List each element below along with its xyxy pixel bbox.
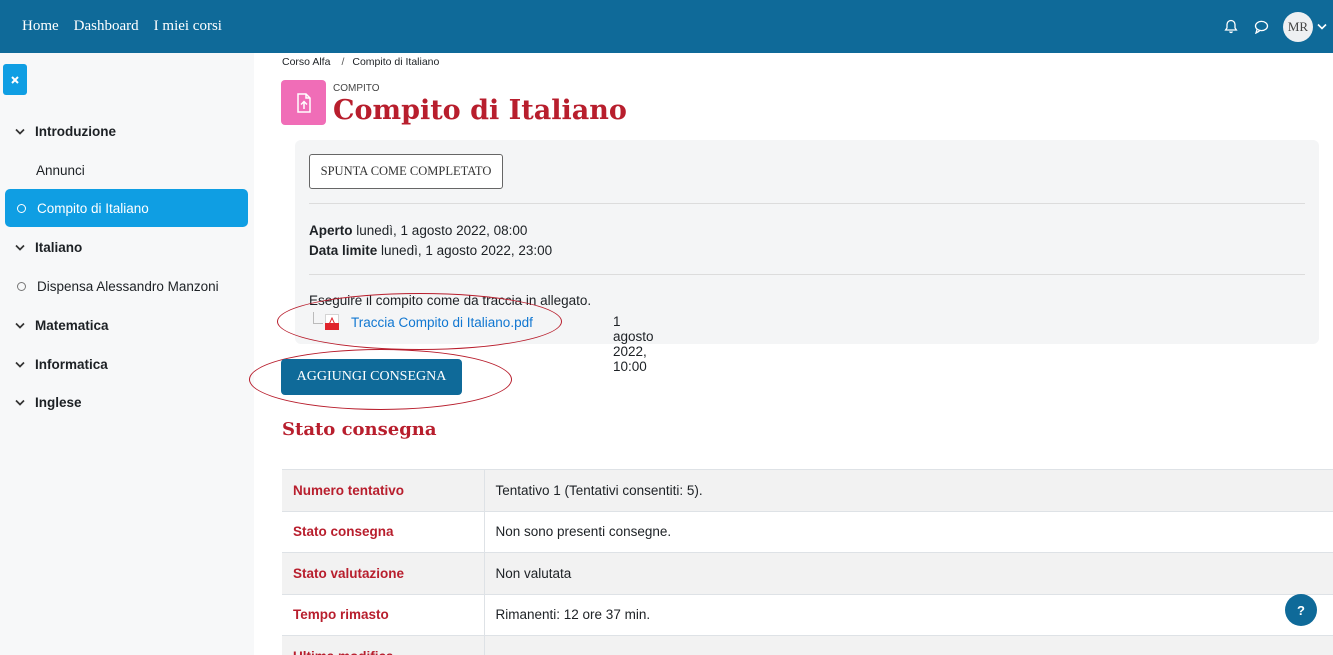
sidebar-item-compito-di-italiano[interactable]: Compito di Italiano — [5, 189, 248, 227]
attachment-row: Traccia Compito di Italiano.pdf 1 agosto… — [313, 312, 654, 374]
breadcrumb-course-link[interactable]: Corso Alfa — [282, 56, 330, 68]
row-label: Stato valutazione — [282, 552, 485, 595]
breadcrumb: Corso Alfa / Compito di Italiano — [282, 56, 439, 68]
sidebar-section-informatica[interactable]: Informatica — [5, 345, 248, 383]
breadcrumb-current: Compito di Italiano — [352, 56, 440, 68]
nav-link-dashboard[interactable]: Dashboard — [74, 18, 139, 35]
sidebar-section-matematica[interactable]: Matematica — [5, 306, 248, 344]
sidebar-section-label: Italiano — [35, 239, 83, 255]
main-content: Corso Alfa / Compito di Italiano COMPITO… — [249, 53, 1333, 655]
table-row: Stato consegna Non sono presenti consegn… — [282, 510, 1333, 553]
table-row: Numero tentativo Tentativo 1 (Tentativi … — [282, 469, 1333, 512]
row-label: Tempo rimasto — [282, 593, 485, 636]
chevron-down-icon — [15, 244, 27, 251]
activity-type-label: COMPITO — [333, 83, 380, 94]
close-drawer-button[interactable] — [3, 64, 27, 95]
row-label: Ultima modifica — [282, 635, 485, 655]
sidebar-item-label: Compito di Italiano — [37, 200, 149, 216]
assignment-icon — [281, 80, 326, 125]
opened-date: Aperto lunedì, 1 agosto 2022, 08:00 — [309, 223, 527, 238]
page-title: Compito di Italiano — [333, 95, 627, 126]
nav-link-home[interactable]: Home — [22, 18, 59, 35]
opened-label: Aperto — [309, 223, 353, 238]
table-row: Ultima modifica — [282, 635, 1333, 655]
sidebar-section-label: Introduzione — [35, 123, 116, 139]
completion-circle-icon — [17, 281, 26, 291]
sidebar-section-label: Informatica — [35, 356, 108, 372]
nav-right: MR — [1223, 0, 1333, 53]
pdf-icon — [325, 314, 339, 330]
chevron-down-icon — [15, 128, 27, 135]
sidebar-item-dispensa-manzoni[interactable]: Dispensa Alessandro Manzoni — [5, 267, 248, 305]
row-value: Rimanenti: 12 ore 37 min. — [484, 593, 1333, 636]
due-label: Data limite — [309, 243, 378, 258]
sidebar-section-introduzione[interactable]: Introduzione — [5, 112, 248, 150]
attachment-date: 1 agosto 2022, 10:00 — [613, 314, 654, 374]
tree-line — [313, 312, 323, 324]
completion-circle-icon — [17, 203, 26, 213]
due-value: lunedì, 1 agosto 2022, 23:00 — [381, 243, 553, 258]
row-value: Tentativo 1 (Tentativi consentiti: 5). — [484, 469, 1333, 512]
mark-as-done-button[interactable]: SPUNTA COME COMPLETATO — [309, 154, 503, 189]
course-index-sidebar: Introduzione Annunci Compito di Italiano… — [0, 53, 254, 655]
activity-info-box: SPUNTA COME COMPLETATO Aperto lunedì, 1 … — [295, 140, 1319, 374]
sidebar-item-annunci[interactable]: Annunci — [5, 151, 248, 189]
chevron-down-icon — [15, 361, 27, 368]
assignment-description: Eseguire il compito come da traccia in a… — [309, 293, 592, 308]
due-date: Data limite lunedì, 1 agosto 2022, 23:00 — [309, 243, 552, 258]
bell-icon[interactable] — [1223, 19, 1239, 35]
row-value — [484, 635, 1333, 655]
row-value: Non valutata — [484, 552, 1333, 595]
submission-status-table: Numero tentativo Tentativo 1 (Tentativi … — [282, 469, 1333, 655]
top-navbar: Home Dashboard I miei corsi MR — [0, 0, 1333, 53]
nav-link-my-courses[interactable]: I miei corsi — [154, 18, 222, 35]
help-button[interactable]: ? — [1285, 594, 1317, 626]
sidebar-section-inglese[interactable]: Inglese — [5, 383, 248, 421]
sidebar-section-label: Inglese — [35, 394, 82, 410]
opened-value: lunedì, 1 agosto 2022, 08:00 — [356, 223, 528, 238]
sidebar-item-label: Annunci — [36, 162, 85, 178]
sidebar-section-label: Matematica — [35, 317, 109, 333]
chat-icon[interactable] — [1253, 19, 1269, 35]
chevron-down-icon[interactable] — [1314, 19, 1330, 35]
attachment-link[interactable]: Traccia Compito di Italiano.pdf — [351, 315, 533, 330]
divider — [309, 203, 1305, 204]
avatar[interactable]: MR — [1283, 11, 1313, 42]
row-label: Numero tentativo — [282, 469, 485, 512]
breadcrumb-separator: / — [341, 56, 345, 68]
table-row: Tempo rimasto Rimanenti: 12 ore 37 min. — [282, 593, 1333, 636]
sidebar-section-italiano[interactable]: Italiano — [5, 228, 248, 266]
table-row: Stato valutazione Non valutata — [282, 552, 1333, 595]
chevron-down-icon — [15, 399, 27, 406]
add-submission-button[interactable]: AGGIUNGI CONSEGNA — [281, 359, 462, 395]
divider — [309, 274, 1305, 275]
close-icon — [11, 75, 19, 84]
row-label: Stato consegna — [282, 510, 485, 553]
chevron-down-icon — [15, 322, 27, 329]
row-value: Non sono presenti consegne. — [484, 510, 1333, 553]
nav-links: Home Dashboard I miei corsi — [0, 18, 237, 35]
sidebar-item-label: Dispensa Alessandro Manzoni — [37, 278, 219, 294]
submission-status-title: Stato consegna — [282, 419, 437, 440]
